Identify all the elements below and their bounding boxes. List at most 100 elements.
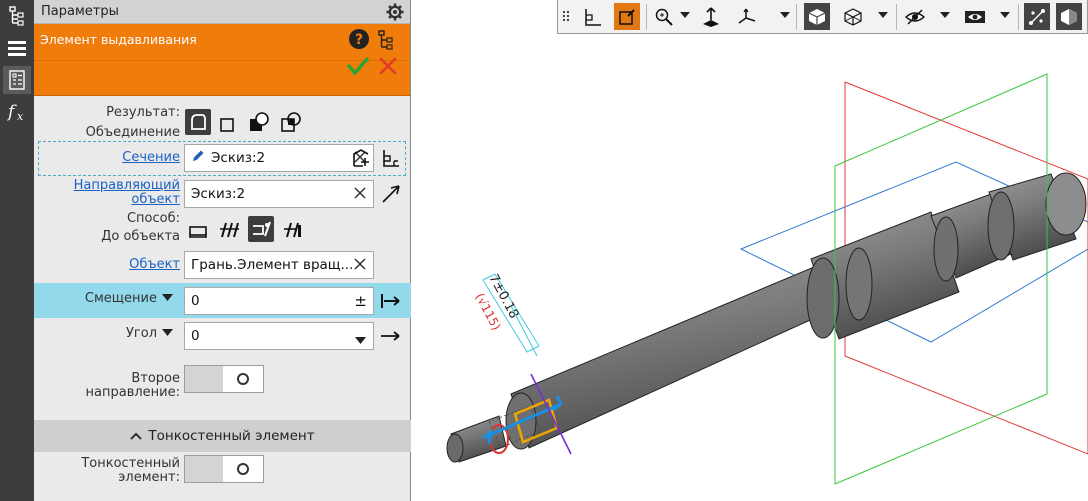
cancel-close-icon[interactable]	[378, 56, 398, 80]
direction-arrow-icon[interactable]	[378, 181, 404, 207]
app-root: fx Параметры Элемент выдавливания ? Резу…	[0, 0, 1088, 501]
ok-check-icon[interactable]	[347, 56, 369, 80]
caret-down-icon[interactable]	[162, 327, 173, 341]
thin-wall-section-header[interactable]: Тонкостенный элемент	[34, 420, 411, 452]
normal-view-icon[interactable]	[698, 3, 724, 30]
method-label: Способ:	[126, 211, 180, 226]
toolbar-separator	[896, 4, 897, 30]
section-view-icon[interactable]	[1056, 3, 1082, 30]
result-label: Результат:	[106, 105, 180, 120]
wireframe-icon[interactable]	[840, 3, 866, 30]
object-field[interactable]: Грань.Элемент вращ...	[184, 251, 374, 279]
section-field[interactable]: Эскиз:2	[184, 144, 374, 172]
3d-viewport[interactable]: 7±0.18 (√115)	[411, 34, 1088, 501]
model-canvas: 7±0.18 (√115)	[446, 73, 1088, 485]
svg-text:?: ?	[355, 32, 363, 48]
new-body-button[interactable]	[214, 111, 240, 137]
section-label-link[interactable]: Сечение	[122, 150, 180, 165]
operation-title: Элемент выдавливания	[40, 32, 197, 47]
toggle-off-area	[185, 456, 223, 482]
guide-value: Эскиз:2	[191, 186, 246, 202]
angle-label: Угол	[125, 326, 157, 341]
visibility-icon[interactable]	[902, 3, 928, 30]
toggle-off-icon	[223, 456, 263, 482]
offset-input[interactable]: 0 ±	[184, 287, 374, 315]
points-icon[interactable]	[1024, 3, 1050, 30]
section-label-wrap: Сечение	[34, 151, 180, 165]
select-sketch-icon[interactable]	[348, 145, 374, 171]
sketch-icon[interactable]	[378, 145, 404, 171]
object-label-link[interactable]: Объект	[129, 257, 180, 272]
panel-title: Параметры	[41, 4, 119, 19]
svg-text:x: x	[17, 110, 24, 123]
method-to-nearest-button[interactable]	[280, 217, 306, 243]
guide-field[interactable]: Эскиз:2	[184, 180, 374, 208]
zoom-icon[interactable]	[651, 3, 677, 30]
method-label-group: Способ: До объекта	[34, 212, 180, 244]
pencil-icon	[191, 149, 205, 167]
method-to-object-button[interactable]	[248, 216, 274, 242]
operation-header: Элемент выдавливания ?	[34, 24, 410, 96]
result-label-group: Результат: Объединение	[34, 106, 180, 140]
tree-icon[interactable]	[3, 2, 31, 30]
toggle-off-icon	[223, 366, 263, 392]
chevron-down-icon[interactable]	[355, 333, 366, 349]
toolbar-separator	[796, 4, 797, 30]
orientation-icon[interactable]	[734, 3, 760, 30]
menu-icon[interactable]	[3, 34, 31, 62]
chevron-down-icon[interactable]	[680, 12, 690, 18]
view-toolbar	[557, 0, 1088, 34]
help-icon[interactable]: ?	[348, 28, 370, 54]
thin-wall-section-title: Тонкостенный элемент	[148, 428, 315, 444]
chevron-down-icon[interactable]	[878, 12, 888, 18]
section-value: Эскиз:2	[211, 150, 266, 166]
parameters-panel: Параметры Элемент выдавливания ? Результ	[34, 0, 411, 501]
chevron-down-icon[interactable]	[1000, 12, 1010, 18]
chevron-down-icon[interactable]	[940, 12, 950, 18]
angle-value: 0	[191, 328, 200, 344]
union-button[interactable]	[185, 109, 211, 135]
function-icon[interactable]: fx	[3, 98, 31, 126]
guide-label-link-2[interactable]: объект	[131, 192, 180, 207]
shaded-icon[interactable]	[804, 3, 830, 30]
thin-wall-toggle[interactable]	[184, 455, 264, 483]
method-value: До объекта	[101, 229, 180, 244]
intersect-button[interactable]	[278, 109, 304, 135]
second-direction-toggle[interactable]	[184, 365, 264, 393]
object-value: Грань.Элемент вращ...	[191, 257, 354, 273]
chevron-up-icon	[130, 428, 143, 444]
second-direction-label: Второе направление:	[85, 371, 180, 400]
subtract-button[interactable]	[246, 109, 272, 135]
parameters-icon[interactable]	[3, 66, 31, 94]
hide-icon[interactable]	[962, 3, 988, 30]
sketch-icon[interactable]	[580, 3, 606, 30]
side-strip: fx	[0, 0, 34, 501]
tree-icon[interactable]	[378, 30, 394, 54]
angle-direction-icon[interactable]	[378, 323, 404, 349]
dimension-annotation: 7±0.18 (√115)	[472, 272, 540, 357]
offset-label: Смещение	[84, 291, 157, 306]
method-depth-button[interactable]	[185, 217, 211, 243]
offset-direction-icon[interactable]	[378, 288, 404, 314]
toggle-off-area	[185, 366, 223, 392]
offset-label-wrap[interactable]: Смещение	[34, 292, 173, 306]
thin-wall-label-1: Тонкостенный	[81, 456, 180, 471]
caret-down-icon[interactable]	[162, 292, 173, 306]
guide-label-wrap: Направляющий объект	[34, 179, 180, 207]
toolbar-separator	[646, 4, 647, 30]
angle-label-wrap[interactable]: Угол	[34, 327, 173, 341]
plus-minus-icon[interactable]: ±	[354, 292, 367, 310]
clear-icon[interactable]	[353, 257, 367, 275]
gear-icon[interactable]	[386, 3, 404, 25]
svg-text:f: f	[6, 102, 17, 122]
panel-header: Параметры	[34, 0, 410, 24]
angle-select[interactable]: 0	[184, 322, 374, 350]
thin-wall-label-2: элемент:	[118, 470, 180, 485]
clear-icon[interactable]	[353, 186, 367, 204]
guide-label-link-1[interactable]: Направляющий	[74, 178, 180, 193]
grip-icon[interactable]	[560, 3, 574, 30]
method-through-button[interactable]	[216, 217, 242, 243]
edit-sketch-icon[interactable]	[614, 3, 640, 30]
result-value: Объединение	[85, 125, 180, 140]
chevron-down-icon[interactable]	[780, 12, 790, 18]
